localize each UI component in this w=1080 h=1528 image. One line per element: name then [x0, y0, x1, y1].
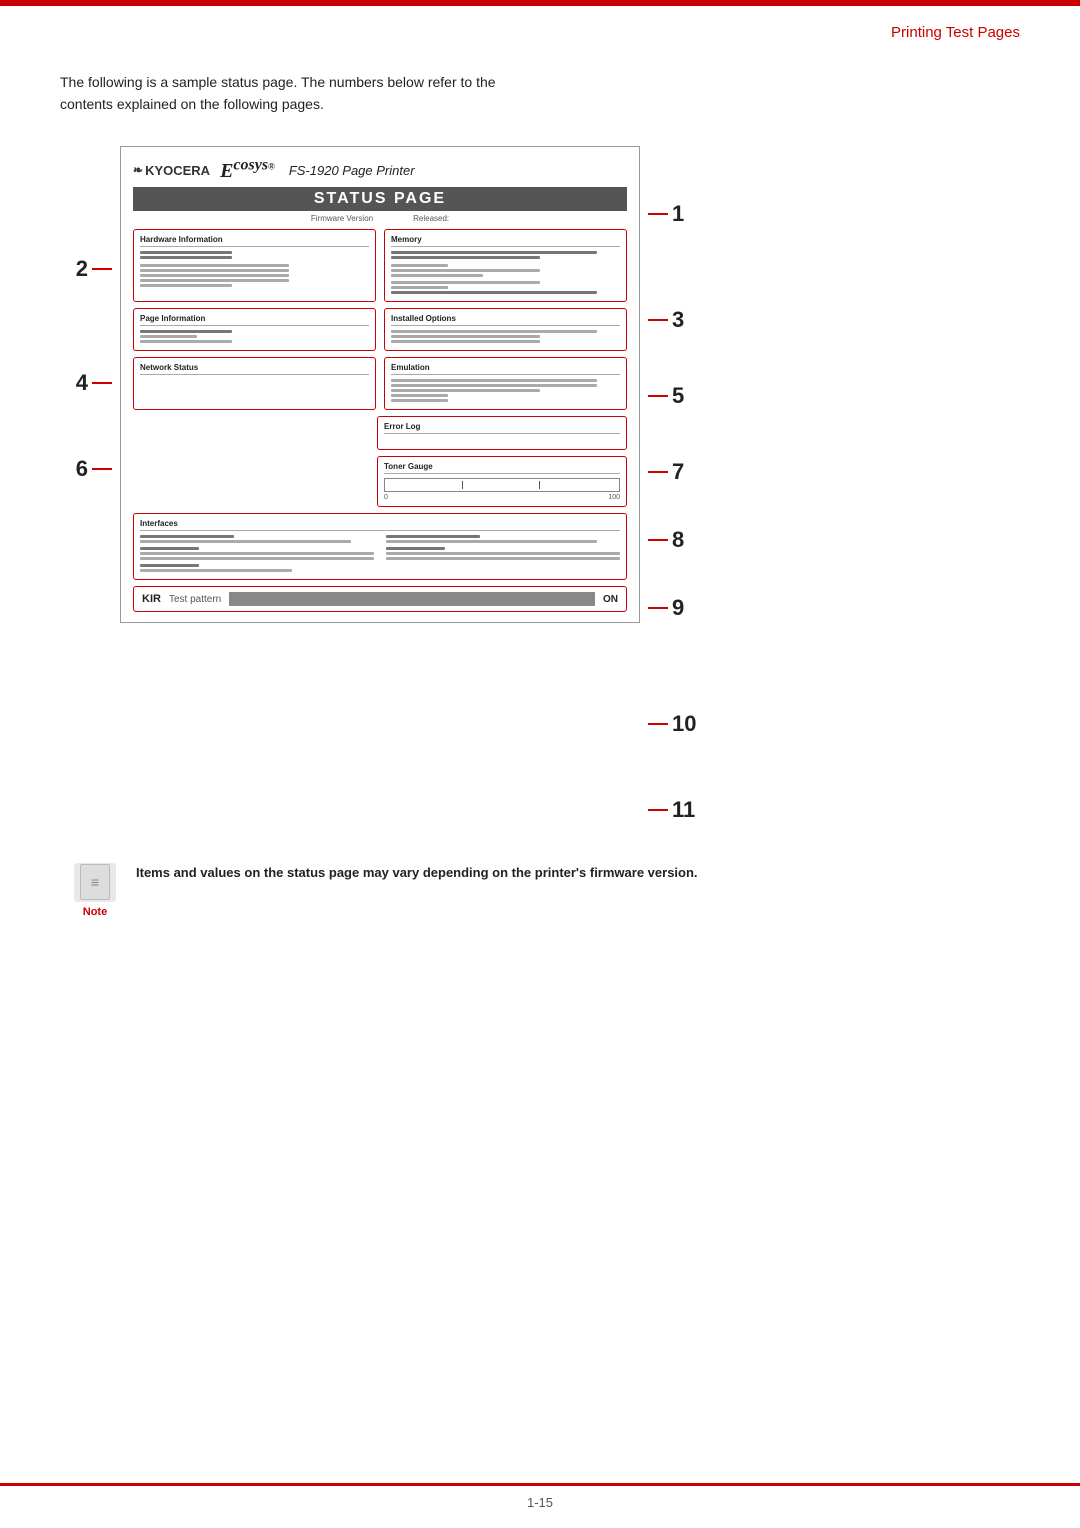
toner-min: 0 [384, 494, 388, 501]
note-icon: Note [70, 863, 120, 918]
page-number: 1-15 [527, 1495, 553, 1510]
marker-left-4: 4 [76, 370, 88, 396]
marker-right-7: 7 [672, 459, 684, 485]
installed-options-section: Installed Options [384, 308, 627, 351]
toner-tick-1 [462, 481, 463, 489]
memory-section: Memory [384, 229, 627, 302]
header-title: Printing Test Pages [891, 24, 1020, 41]
sp-title: STATUS PAGE [314, 190, 446, 207]
kir-section: KIR Test pattern ON [133, 586, 627, 612]
marker-line-1 [648, 213, 668, 215]
network-status-title: Network Status [140, 363, 369, 375]
kir-bar [229, 592, 595, 606]
toner-gauge-bar [384, 478, 620, 492]
status-page-box: ❧KYOCERA Ecosys® FS-1920 Page Printer ST… [120, 146, 640, 624]
left-numbers-column: 2 4 6 [60, 146, 120, 482]
sp-title-bar: STATUS PAGE [133, 187, 627, 211]
memory-title: Memory [391, 235, 620, 247]
sp-row-errorlog: Error Log [133, 416, 627, 450]
main-content: The following is a sample status page. T… [0, 41, 1080, 918]
installed-options-title: Installed Options [391, 314, 620, 326]
note-icon-image [74, 863, 116, 902]
hardware-info-section: Hardware Information [133, 229, 376, 302]
sp-firmware-row: Firmware Version Released: [133, 214, 627, 223]
sp-header: ❧KYOCERA Ecosys® FS-1920 Page Printer [133, 157, 627, 184]
marker-right-8: 8 [672, 527, 684, 553]
marker-line-2 [92, 268, 112, 270]
kir-on-label: ON [603, 594, 618, 605]
toner-labels: 0 100 [384, 494, 620, 501]
marker-right-10: 10 [672, 711, 696, 737]
marker-right-11: 11 [672, 797, 695, 823]
page-info-title: Page Information [140, 314, 369, 326]
toner-gauge-section: Toner Gauge 0 100 [377, 456, 627, 507]
interfaces-grid [140, 535, 620, 574]
marker-line-11 [648, 809, 668, 811]
emulation-section: Emulation [384, 357, 627, 410]
marker-line-6 [92, 468, 112, 470]
note-section: Note Items and values on the status page… [60, 863, 1020, 918]
bottom-red-bar [0, 1483, 1080, 1486]
hardware-info-title: Hardware Information [140, 235, 369, 247]
page-header: Printing Test Pages [0, 6, 1080, 41]
sp-row-hardware-memory: Hardware Information Memory [133, 229, 627, 302]
marker-right-9: 9 [672, 595, 684, 621]
network-status-section: Network Status [133, 357, 376, 410]
sp-row-toner: Toner Gauge 0 100 [133, 456, 627, 507]
kir-label: KIR [142, 593, 161, 605]
marker-line-5 [648, 395, 668, 397]
marker-right-5: 5 [672, 383, 684, 409]
interfaces-title: Interfaces [140, 519, 620, 531]
released-label: Released: [413, 214, 449, 223]
diagram-outer: 2 4 6 ❧KYOCERA Ecosys® [60, 146, 1020, 823]
marker-line-8 [648, 539, 668, 541]
marker-right-1: 1 [672, 201, 684, 227]
ecosys-logo: Ecosys® [220, 157, 275, 184]
note-text: Items and values on the status page may … [136, 863, 698, 884]
firmware-label: Firmware Version [311, 214, 373, 223]
page-info-section: Page Information [133, 308, 376, 351]
interfaces-section: Interfaces [133, 513, 627, 580]
printer-model: FS-1920 Page Printer [289, 163, 415, 178]
marker-line-4 [92, 382, 112, 384]
marker-left-6: 6 [76, 456, 88, 482]
marker-line-10 [648, 723, 668, 725]
marker-line-7 [648, 471, 668, 473]
error-log-section: Error Log [377, 416, 627, 450]
sp-row-page-installed: Page Information Installed Options [133, 308, 627, 351]
error-log-title: Error Log [384, 422, 620, 434]
marker-left-2: 2 [76, 256, 88, 282]
marker-right-3: 3 [672, 307, 684, 333]
kyocera-logo: ❧KYOCERA [133, 163, 210, 178]
intro-text: The following is a sample status page. T… [60, 71, 1020, 116]
kir-text: Test pattern [169, 594, 221, 605]
toner-max: 100 [608, 494, 620, 501]
note-label: Note [83, 906, 107, 918]
toner-gauge-title: Toner Gauge [384, 462, 620, 474]
sp-row-network-emulation: Network Status Emulation [133, 357, 627, 410]
emulation-title: Emulation [391, 363, 620, 375]
marker-line-3 [648, 319, 668, 321]
right-numbers-column: 1 3 5 7 8 [640, 146, 700, 823]
toner-tick-2 [539, 481, 540, 489]
marker-line-9 [648, 607, 668, 609]
note-bold-text: Items and values on the status page may … [136, 865, 698, 880]
